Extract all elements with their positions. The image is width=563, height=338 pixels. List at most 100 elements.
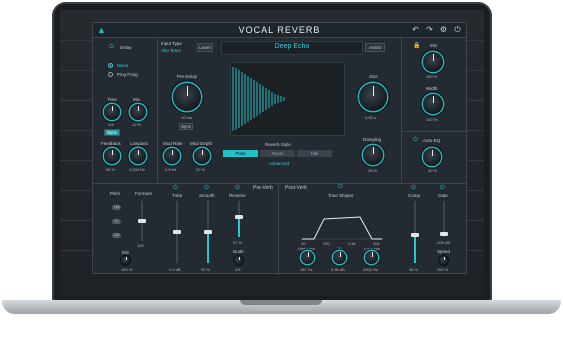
tilt-knob[interactable] <box>333 251 346 264</box>
lowpass-label: Lowpass <box>130 141 148 146</box>
style-hall[interactable]: Hall <box>297 150 332 157</box>
gate-fader[interactable] <box>440 201 448 237</box>
assist-button[interactable]: Assist <box>365 43 385 52</box>
output-mix-knob[interactable] <box>423 52 443 72</box>
delay-mix-value: 10 % <box>132 122 142 127</box>
output-mix-label: Mix <box>430 43 437 48</box>
toneshaper-label: Tone Shaper <box>328 193 354 198</box>
moddepth-label: Mod Depth <box>190 141 213 146</box>
smooth-label: Smooth <box>199 193 215 198</box>
smooth-fader[interactable] <box>204 201 212 263</box>
width-value: 100 % <box>426 117 438 122</box>
lowpass-value: 3,000 Hz <box>129 167 146 172</box>
tube-label: Tube <box>172 193 183 198</box>
axis-tick-250: 250 <box>323 241 330 246</box>
lowpass-knob[interactable] <box>130 148 146 164</box>
comp-power-icon[interactable]: ⏻ <box>411 185 417 191</box>
comp-value: 46 % <box>409 267 419 272</box>
moddepth-value: 20 % <box>196 167 206 172</box>
mono-label: Mono <box>117 63 129 68</box>
modrate-knob[interactable] <box>164 148 180 164</box>
predelay-sync-button[interactable]: Sync <box>179 123 193 130</box>
redo-icon[interactable]: ↷ <box>425 25 434 34</box>
preverb-mix-knob[interactable] <box>121 256 130 265</box>
speed-label: Speed <box>437 249 451 254</box>
delay-power-icon[interactable]: ⏻ <box>109 44 115 50</box>
damping-value: 25 % <box>368 168 378 173</box>
decay-waveform <box>232 67 285 131</box>
toneshaper-power-icon[interactable]: ⏻ <box>338 184 344 190</box>
formant-value: 100 <box>137 243 144 248</box>
smooth-value: 50 % <box>201 267 211 272</box>
predelay-knob[interactable] <box>173 83 201 111</box>
pitch-down-pill[interactable]: -12 <box>112 233 121 238</box>
comp-fader[interactable] <box>411 201 419 263</box>
speed-value: 100 % <box>437 267 449 272</box>
reverse-power-icon[interactable]: ⏻ <box>235 185 241 191</box>
postverb-lowpass-knob[interactable] <box>365 251 378 264</box>
tube-fader[interactable] <box>173 201 181 263</box>
autoeq-value: 40 % <box>428 168 438 173</box>
preset-selector[interactable]: Deep Echo <box>221 41 363 55</box>
settings-icon[interactable]: ⚙ <box>439 25 448 34</box>
sync-button[interactable]: Sync <box>104 129 120 136</box>
reverb-style-label: Reverb Style <box>265 142 291 147</box>
size-label: Size <box>369 74 378 79</box>
node-label: Node <box>233 249 244 254</box>
pingpong-radio[interactable] <box>108 72 113 77</box>
node-knob[interactable] <box>234 256 243 265</box>
pitch-up-pill[interactable]: +12 <box>112 205 121 210</box>
autoeq-label: Auto-EQ <box>423 138 441 143</box>
undo-icon[interactable]: ↶ <box>411 25 420 34</box>
postverb-lowpass-value: 4902 Hz <box>363 267 378 272</box>
delay-label: Delay <box>120 45 132 50</box>
input-type-select[interactable]: Alto Tenor <box>161 48 181 53</box>
mono-radio[interactable] <box>108 63 113 68</box>
gate-power-icon[interactable]: ⏻ <box>440 185 446 191</box>
power-icon[interactable]: ⏻ <box>453 25 462 34</box>
preverb-section-label: Pre-Verb <box>253 185 273 191</box>
preverb-mix-value: 100 % <box>121 267 133 272</box>
pingpong-label: Ping Pong <box>117 72 138 77</box>
autoeq-power-icon[interactable]: ⏻ <box>413 137 419 143</box>
preset-name: Deep Echo <box>274 43 310 50</box>
preverb-mix-label: Mix <box>122 250 129 255</box>
style-plate[interactable]: Plate <box>223 150 258 157</box>
pitch-zero-pill[interactable]: 0 <box>112 219 121 224</box>
autoeq-knob[interactable] <box>423 148 441 166</box>
style-room[interactable]: Room <box>260 150 295 157</box>
delay-mix-knob[interactable] <box>130 104 146 120</box>
size-knob[interactable] <box>359 83 387 111</box>
highpass-value: 187 Hz <box>300 267 313 272</box>
formant-fader[interactable] <box>138 201 146 241</box>
output-mix-value: 100 % <box>426 74 438 79</box>
modrate-label: Mod Rate <box>163 141 183 146</box>
modrate-value: 2.5 Hz <box>165 167 177 172</box>
width-knob[interactable] <box>423 94 443 114</box>
postverb-section-label: Post-Verb <box>285 185 307 191</box>
damping-label: Damping <box>363 137 382 142</box>
feedback-knob[interactable] <box>104 148 120 164</box>
learn-button[interactable]: Learn <box>197 43 213 52</box>
smooth-power-icon[interactable]: ⏻ <box>204 185 210 191</box>
size-value: 4.00 s <box>365 115 376 120</box>
predelay-label: Pre-Delay <box>177 74 198 79</box>
lock-icon[interactable]: 🔒 <box>413 43 420 49</box>
time-label: Time <box>107 97 117 102</box>
time-knob[interactable] <box>104 104 120 120</box>
advanced-toggle[interactable]: Advanced <box>269 161 289 166</box>
tube-power-icon[interactable]: ⏻ <box>173 185 179 191</box>
delay-mix-label: Mix <box>133 97 140 102</box>
gate-label: Gate <box>438 193 448 198</box>
formant-label: Formant <box>135 191 152 196</box>
reverse-value: 57 % <box>233 240 243 245</box>
laptop-notch <box>240 300 322 305</box>
moddepth-knob[interactable] <box>194 148 210 164</box>
damping-knob[interactable] <box>363 145 383 165</box>
speed-knob[interactable] <box>439 256 448 265</box>
node-value: 1/4 <box>235 267 241 272</box>
width-label: Width <box>426 86 438 91</box>
reverb-decay-display <box>230 62 345 136</box>
highpass-knob[interactable] <box>301 251 314 264</box>
reverse-fader[interactable] <box>235 201 243 237</box>
